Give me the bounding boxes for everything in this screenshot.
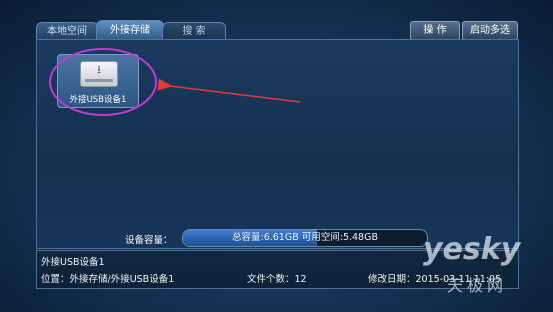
tab-local-space[interactable]: 本地空间 (36, 22, 98, 40)
capacity-text: 总容量:6.61GB 可用空间:5.48GB (232, 232, 378, 243)
operate-button[interactable]: 操 作 (410, 21, 460, 40)
tab-external-storage[interactable]: 外接存储 (96, 20, 164, 40)
file-browser-panel: ⭳ 外接USB设备1 设备容量： 总容量:6.61GB 可用空间:5.48GB (36, 39, 519, 249)
capacity-bar: 总容量:6.61GB 可用空间:5.48GB (182, 229, 428, 247)
operate-button-label: 操 作 (423, 25, 447, 36)
multi-select-button[interactable]: 启动多选 (462, 21, 518, 40)
multi-select-button-label: 启动多选 (470, 25, 510, 36)
info-location: 位置：外接存储/外接USB设备1 (41, 274, 175, 285)
info-title: 外接USB设备1 (41, 257, 105, 268)
tab-label: 搜 索 (182, 26, 206, 37)
capacity-label: 设备容量： (125, 235, 173, 246)
watermark-en: yesky (423, 232, 521, 267)
watermark-logo: yesky 天极网 (423, 232, 543, 302)
screen: { "tabs": [ {"label": "本地空间"}, {"label":… (0, 0, 553, 312)
tab-label: 本地空间 (47, 26, 87, 37)
info-file-count: 文件个数：12 (247, 274, 307, 285)
highlight-ring (49, 48, 157, 116)
tab-label: 外接存储 (110, 25, 150, 36)
tab-search[interactable]: 搜 索 (162, 22, 226, 40)
watermark-cn: 天极网 (447, 276, 508, 295)
